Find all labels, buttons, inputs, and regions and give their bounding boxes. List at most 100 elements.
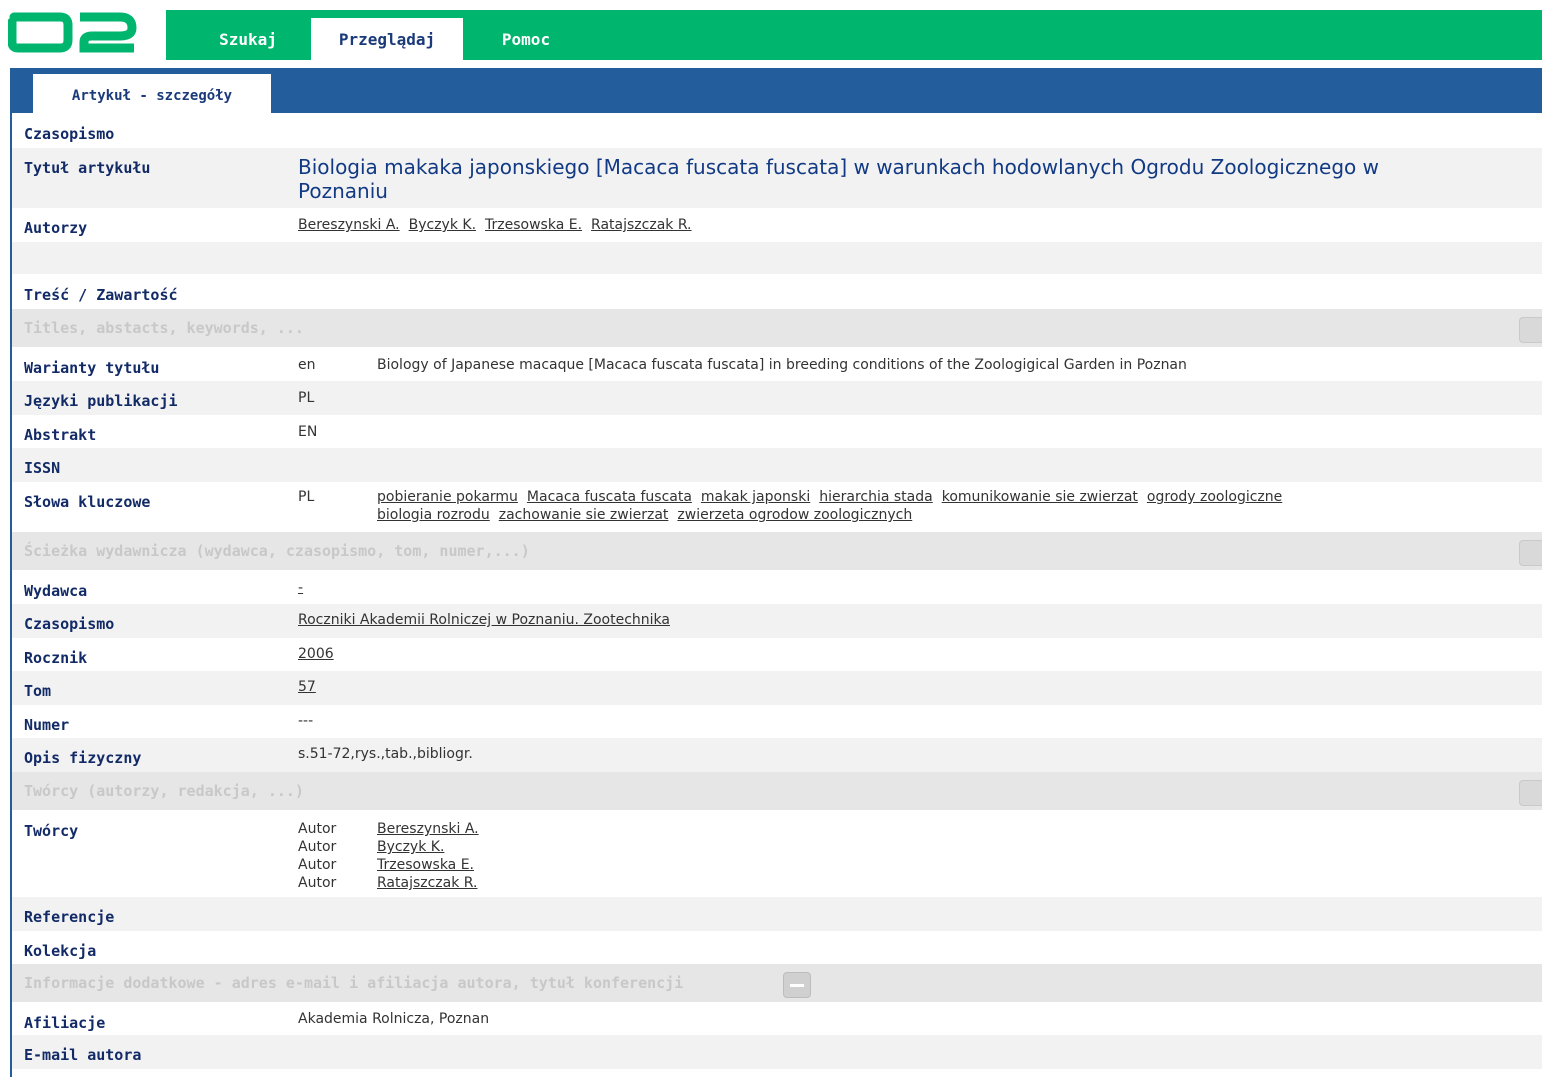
affiliation-value: Akademia Rolnicza, Poznan [298, 1011, 490, 1027]
row-volume: Tom 57 [12, 671, 1542, 705]
row-keywords: Słowa kluczowe PL pobieranie pokarmu Maca… [12, 482, 1542, 532]
label-title: Tytuł artykułu [24, 159, 151, 177]
row-creators: Twórcy Autor Bereszynski A. Autor Byczyk K… [12, 810, 1542, 897]
label-languages: Języki publikacji [24, 392, 178, 410]
label-year: Rocznik [24, 649, 88, 667]
creator-item: Autor Bereszynski A. [298, 820, 488, 838]
keyword-link[interactable]: zachowanie sie zwierzat [499, 507, 669, 523]
label-abstract: Abstrakt [24, 426, 97, 444]
row-journal-top: Czasopismo [12, 113, 1542, 148]
article-details: Czasopismo Tytuł artykułu Biologia makak… [12, 113, 1542, 1069]
label-email: E-mail autora [24, 1046, 142, 1064]
creator-role: Autor [298, 839, 337, 855]
author-link[interactable]: Trzesowska E. [485, 217, 582, 233]
authors-list: Bereszynski A. Byczyk K. Trzesowska E. Rata… [298, 217, 701, 233]
logo-icon[interactable] [8, 10, 138, 54]
volume-link[interactable]: 57 [298, 679, 316, 695]
label-references: Referencje [24, 908, 115, 926]
label-journal-top: Czasopismo [24, 125, 115, 143]
label-title-variants: Warianty tytułu [24, 359, 160, 377]
creator-link[interactable]: Bereszynski A. [377, 821, 479, 837]
tab-pomoc[interactable]: Pomoc [476, 18, 576, 60]
collapse-minus-icon[interactable] [783, 972, 811, 998]
row-abstract: Abstrakt EN [12, 415, 1542, 448]
keywords-list: pobieranie pokarmu Macaca fuscata fuscata… [377, 488, 1291, 524]
title-variant: Biology of Japanese macaque [Macaca fusc… [377, 357, 1187, 373]
creator-link[interactable]: Byczyk K. [377, 839, 444, 855]
creators-list: Autor Bereszynski A. Autor Byczyk K. Autor… [298, 820, 488, 892]
row-publisher: Wydawca - [12, 570, 1542, 604]
journal-value: Roczniki Akademii Rolniczej w Poznaniu. … [298, 612, 679, 628]
label-content: Treść / Zawartość [24, 286, 178, 304]
label-physical: Opis fizyczny [24, 749, 142, 767]
number-value: --- [298, 713, 314, 729]
creator-role: Autor [298, 875, 337, 891]
row-languages: Języki publikacji PL [12, 381, 1542, 415]
top-bar: Szukaj Przeglądaj Pomoc [0, 0, 1542, 62]
row-collection: Kolekcja [12, 931, 1542, 964]
label-journal: Czasopismo [24, 615, 115, 633]
section-titles-header: Titles, abstacts, keywords, ... [24, 319, 304, 337]
row-number: Numer --- [12, 705, 1542, 738]
row-title-variants: Warianty tytułu en Biology of Japanese m… [12, 347, 1542, 381]
volume-value: 57 [298, 679, 325, 695]
row-journal: Czasopismo Roczniki Akademii Rolniczej w… [12, 604, 1542, 638]
section-publishing: Ścieżka wydawnicza (wydawca, czasopismo,… [12, 532, 1542, 570]
author-link[interactable]: Bereszynski A. [298, 217, 400, 233]
section-titles: Titles, abstacts, keywords, ... [12, 309, 1542, 347]
label-publisher: Wydawca [24, 582, 88, 600]
keywords-lang: PL [298, 489, 315, 505]
keyword-link[interactable]: komunikowanie sie zwierzat [942, 489, 1138, 505]
creator-role: Autor [298, 857, 337, 873]
creator-item: Autor Byczyk K. [298, 838, 488, 856]
label-volume: Tom [24, 682, 52, 700]
row-references: Referencje [12, 897, 1542, 931]
collapse-button[interactable] [1519, 780, 1542, 806]
collapse-button[interactable] [1519, 540, 1542, 566]
keywords-line: biologia rozrodu zachowanie sie zwierzat z… [377, 506, 1291, 524]
languages-value: PL [298, 390, 315, 406]
physical-value: s.51-72,rys.,tab.,bibliogr. [298, 746, 473, 762]
keyword-link[interactable]: makak japonski [701, 489, 810, 505]
tab-przegladaj[interactable]: Przeglądaj [311, 18, 463, 60]
article-title: Biologia makaka japonskiego [Macaca fusc… [298, 155, 1379, 203]
keyword-link[interactable]: hierarchia stada [819, 489, 932, 505]
tab-szukaj[interactable]: Szukaj [198, 18, 298, 60]
creator-link[interactable]: Trzesowska E. [377, 857, 474, 873]
section-publishing-header: Ścieżka wydawnicza (wydawca, czasopismo,… [24, 542, 530, 560]
year-value: 2006 [298, 646, 343, 662]
row-affiliation: Afiliacje Akademia Rolnicza, Poznan [12, 1002, 1542, 1035]
section-creators-header: Twórcy (autorzy, redakcja, ...) [24, 782, 304, 800]
keyword-link[interactable]: zwierzeta ogrodow zoologicznych [677, 507, 912, 523]
section-additional: Informacje dodatkowe - adres e-mail i af… [12, 964, 1542, 1002]
label-issn: ISSN [24, 459, 61, 477]
creator-role: Autor [298, 821, 337, 837]
publisher-value: - [298, 580, 312, 596]
row-email: E-mail autora [12, 1035, 1542, 1069]
tab-article-details[interactable]: Artykuł - szczegóły [33, 74, 271, 113]
section-additional-header: Informacje dodatkowe - adres e-mail i af… [24, 974, 684, 992]
creator-item: Autor Trzesowska E. [298, 856, 488, 874]
keyword-link[interactable]: pobieranie pokarmu [377, 489, 518, 505]
keywords-line: pobieranie pokarmu Macaca fuscata fuscata… [377, 488, 1291, 506]
year-link[interactable]: 2006 [298, 646, 334, 662]
label-number: Numer [24, 716, 70, 734]
author-link[interactable]: Ratajszczak R. [591, 217, 691, 233]
keyword-link[interactable]: Macaca fuscata fuscata [527, 489, 692, 505]
row-content: Treść / Zawartość [12, 274, 1542, 309]
row-physical: Opis fizyczny s.51-72,rys.,tab.,bibliogr… [12, 738, 1542, 772]
creator-link[interactable]: Ratajszczak R. [377, 875, 477, 891]
keyword-link[interactable]: ogrody zoologiczne [1147, 489, 1282, 505]
label-keywords: Słowa kluczowe [24, 493, 151, 511]
publisher-link[interactable]: - [298, 580, 303, 596]
label-creators: Twórcy [24, 822, 79, 840]
keyword-link[interactable]: biologia rozrodu [377, 507, 490, 523]
row-issn: ISSN [12, 448, 1542, 482]
row-authors: Autorzy Bereszynski A. Byczyk K. Trzesowsk… [12, 208, 1542, 242]
collapse-button[interactable] [1519, 317, 1542, 343]
journal-link[interactable]: Roczniki Akademii Rolniczej w Poznaniu. … [298, 612, 670, 628]
author-link[interactable]: Byczyk K. [409, 217, 476, 233]
title-variant-lang: en [298, 357, 316, 373]
creator-item: Autor Ratajszczak R. [298, 874, 488, 892]
row-title: Tytuł artykułu Biologia makaka japonskie… [12, 148, 1542, 208]
